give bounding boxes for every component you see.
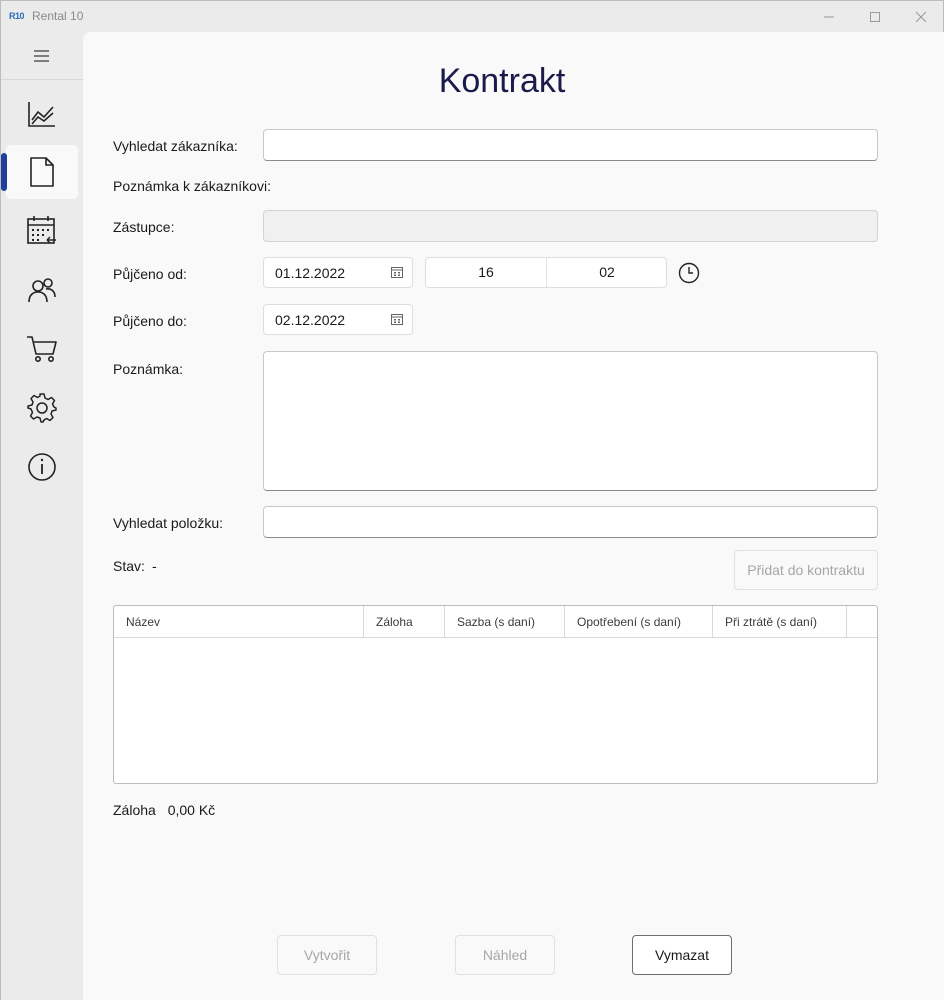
document-icon — [30, 157, 54, 187]
minute-field[interactable]: 02 — [547, 258, 667, 287]
sidebar — [1, 32, 83, 1000]
deposit-summary-value: 0,00 Kč — [167, 802, 216, 818]
sidebar-item-customers[interactable] — [6, 263, 78, 317]
menu-toggle-button[interactable] — [27, 45, 57, 67]
customer-search-input[interactable] — [263, 129, 878, 161]
close-icon — [915, 11, 927, 22]
borrowed-to-date-picker[interactable]: 02.12.2022 — [263, 304, 413, 335]
app-logo: R10 — [9, 11, 25, 21]
column-header-wear[interactable]: Opotřebení (s daní) — [565, 606, 713, 637]
sidebar-item-info[interactable] — [6, 440, 78, 494]
column-header-rate[interactable]: Sazba (s daní) — [445, 606, 565, 637]
status-label: Stav: — [113, 558, 145, 574]
borrowed-from-time-picker[interactable]: 16 02 — [425, 257, 667, 288]
users-icon — [28, 278, 56, 303]
add-to-contract-button[interactable]: Přidat do kontraktu — [734, 550, 878, 590]
main-content: Kontrakt Vyhledat zákazníka: Poznámka k … — [83, 32, 944, 1000]
sidebar-item-cart[interactable] — [6, 322, 78, 376]
note-textarea[interactable] — [263, 351, 878, 491]
status-value: - — [152, 558, 157, 574]
close-button[interactable] — [898, 1, 944, 32]
borrowed-from-date-picker[interactable]: 01.12.2022 — [263, 257, 413, 288]
item-search-input[interactable] — [263, 506, 878, 538]
title-bar: R10 Rental 10 — [1, 1, 943, 32]
borrowed-from-label: Půjčeno od: — [113, 266, 187, 282]
borrowed-to-date-value: 02.12.2022 — [275, 312, 346, 328]
app-window: R10 Rental 10 Kontrakt Vyhledat zákazník… — [0, 0, 944, 1000]
sidebar-divider — [1, 79, 83, 80]
minimize-button[interactable] — [806, 1, 852, 32]
sidebar-item-settings[interactable] — [6, 381, 78, 435]
create-button[interactable]: Vytvořit — [277, 935, 377, 975]
item-search-label: Vyhledat položku: — [113, 515, 223, 531]
calendar-icon — [27, 216, 56, 244]
sidebar-item-calendar[interactable] — [6, 204, 78, 258]
borrowed-from-date-value: 01.12.2022 — [275, 265, 346, 281]
clear-button[interactable]: Vymazat — [632, 935, 732, 975]
note-label: Poznámka: — [113, 361, 184, 377]
items-table[interactable]: Název Záloha Sazba (s daní) Opotřebení (… — [113, 605, 878, 784]
maximize-button[interactable] — [852, 1, 898, 32]
column-header-name[interactable]: Název — [114, 606, 364, 637]
clock-icon[interactable] — [678, 262, 700, 284]
representative-field — [263, 210, 878, 242]
preview-button[interactable]: Náhled — [455, 935, 555, 975]
gear-icon — [27, 393, 57, 423]
active-indicator — [1, 153, 7, 191]
sidebar-item-contract[interactable] — [6, 145, 78, 199]
sidebar-item-chart[interactable] — [6, 87, 78, 141]
page-title: Kontrakt — [438, 62, 566, 100]
column-header-deposit[interactable]: Záloha — [364, 606, 445, 637]
info-icon — [28, 453, 56, 481]
window-title: Rental 10 — [32, 9, 84, 23]
maximize-icon — [870, 11, 880, 22]
deposit-summary-label: Záloha — [113, 802, 156, 818]
borrowed-to-label: Půjčeno do: — [113, 313, 187, 329]
column-header-loss[interactable]: Při ztrátě (s daní) — [713, 606, 847, 637]
customer-note-label: Poznámka k zákazníkovi: — [113, 178, 271, 194]
calendar-small-icon — [391, 267, 403, 278]
chart-icon — [28, 102, 55, 127]
deposit-summary: Záloha 0,00 Kč — [113, 802, 223, 818]
representative-label: Zástupce: — [113, 219, 175, 235]
minimize-icon — [824, 16, 834, 17]
customer-search-label: Vyhledat zákazníka: — [113, 138, 238, 154]
table-header: Název Záloha Sazba (s daní) Opotřebení (… — [114, 606, 877, 638]
hour-field[interactable]: 16 — [426, 258, 546, 287]
hamburger-icon — [34, 50, 49, 62]
calendar-small-icon — [391, 314, 403, 325]
cart-icon — [27, 336, 57, 362]
